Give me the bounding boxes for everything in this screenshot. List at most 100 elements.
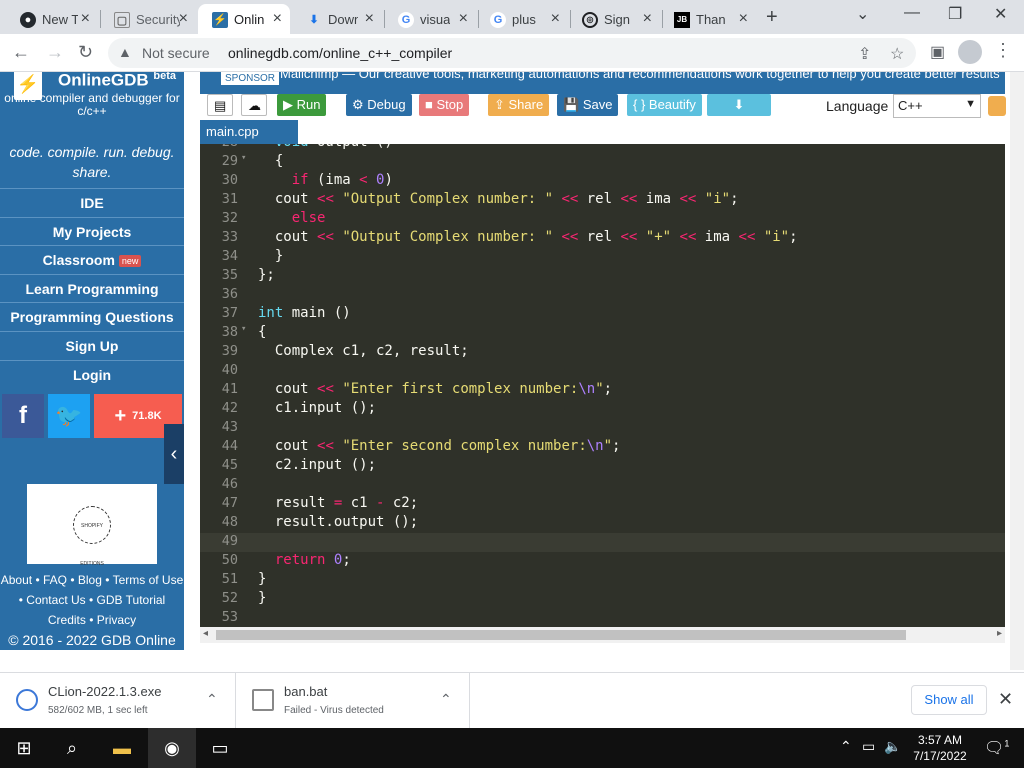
tray-chevron-icon[interactable]: ⌃ xyxy=(840,738,852,755)
code-line[interactable]: 39 Complex c1, c2, result; xyxy=(200,343,1005,362)
brand-name[interactable]: OnlineGDB beta xyxy=(58,72,176,91)
close-tab-icon[interactable]: × xyxy=(365,10,374,28)
code-line[interactable]: 47 result = c1 - c2; xyxy=(200,495,1005,514)
code-line[interactable]: 38 ▾{ xyxy=(200,324,1005,343)
scrollbar-thumb[interactable] xyxy=(216,630,906,640)
side-panel-icon[interactable]: ▣ xyxy=(930,42,945,62)
close-tab-icon[interactable]: × xyxy=(739,10,748,28)
collapse-sidebar-icon[interactable]: ‹ xyxy=(164,424,184,484)
sponsor-text[interactable]: Mailchimp — Our creative tools, marketin… xyxy=(280,72,1000,81)
menu-kebab-icon[interactable]: ⋮ xyxy=(994,40,1012,61)
file-explorer-icon[interactable]: ▬ xyxy=(98,728,146,768)
code-line[interactable]: 32 else xyxy=(200,210,1005,229)
browser-tab[interactable]: JB Thank × xyxy=(660,4,756,34)
tab-search-icon[interactable]: ⌄ xyxy=(856,4,869,24)
stop-button[interactable]: ■ Stop xyxy=(419,94,470,116)
language-select[interactable]: C++ ▼ xyxy=(893,94,981,118)
page-scrollbar[interactable] xyxy=(1010,72,1024,670)
code-line[interactable]: 41 cout << "Enter first complex number:\… xyxy=(200,381,1005,400)
code-line[interactable]: 43 xyxy=(200,419,1005,438)
omnibox[interactable]: ▲ Not secure onlinegdb.com/online_c++_co… xyxy=(108,38,916,68)
sidebar-item-sign-up[interactable]: Sign Up xyxy=(0,330,184,360)
sidebar-item-programming-questions[interactable]: Programming Questions xyxy=(0,302,184,331)
new-tab-button[interactable]: + xyxy=(766,6,778,29)
browser-tab[interactable]: ▢ Security e × xyxy=(100,4,196,34)
sidebar-item-learn-programming[interactable]: Learn Programming xyxy=(0,273,184,303)
notification-icon[interactable]: 🗨1 xyxy=(984,738,1009,758)
footer-link-terms[interactable]: Terms of Use xyxy=(113,573,184,587)
chevron-up-icon[interactable]: ⌃ xyxy=(440,691,452,708)
footer-link-tutorial[interactable]: GDB Tutorial xyxy=(97,593,166,607)
sidebar-item-login[interactable]: Login xyxy=(0,359,184,389)
footer-link-credits[interactable]: Credits xyxy=(48,613,86,627)
code-line[interactable]: 46 xyxy=(200,476,1005,495)
download-icon[interactable]: ⬇ xyxy=(707,94,771,116)
browser-tab[interactable]: G plus × xyxy=(476,4,568,34)
close-tab-icon[interactable]: × xyxy=(643,10,652,28)
advertisement[interactable]: SHOPIFY EDITIONS xyxy=(27,484,157,567)
code-line[interactable]: 40 xyxy=(200,362,1005,381)
code-line[interactable]: 44 cout << "Enter second complex number:… xyxy=(200,438,1005,457)
browser-tab[interactable]: ● New Tab × xyxy=(6,4,98,34)
sidebar-item-my-projects[interactable]: My Projects xyxy=(0,216,184,246)
close-tab-icon[interactable]: × xyxy=(459,10,468,28)
close-tab-icon[interactable]: × xyxy=(81,10,90,28)
share-button[interactable]: ⇪ Share xyxy=(488,94,550,116)
save-button[interactable]: 💾 Save xyxy=(557,94,619,116)
footer-link-privacy[interactable]: Privacy xyxy=(97,613,136,627)
url-text[interactable]: onlinegdb.com/online_c++_compiler xyxy=(228,45,452,61)
minimize-icon[interactable]: — xyxy=(904,4,920,22)
debug-button[interactable]: ⚙ Debug xyxy=(346,94,412,116)
sidebar-item-ide[interactable]: IDE xyxy=(0,188,184,217)
browser-tab[interactable]: G visua × xyxy=(384,4,476,34)
code-line[interactable]: 35}; xyxy=(200,267,1005,286)
browser-tab[interactable]: ◎ Sign × xyxy=(568,4,660,34)
back-icon[interactable]: ← xyxy=(12,42,30,63)
reload-icon[interactable]: ↻ xyxy=(78,42,93,63)
download-item[interactable]: ban.bat Failed - Virus detected ⌃ xyxy=(236,673,470,729)
chrome-icon[interactable]: ◉ xyxy=(148,728,196,768)
security-label[interactable]: Not secure xyxy=(142,45,210,61)
code-line[interactable]: 45 c2.input (); xyxy=(200,457,1005,476)
code-line[interactable]: 30 if (ima < 0) xyxy=(200,172,1005,191)
browser-tab-active[interactable]: ⚡ Online × xyxy=(198,4,290,34)
footer-link-blog[interactable]: Blog xyxy=(78,573,102,587)
code-line[interactable]: 28 void output () xyxy=(200,144,1005,153)
download-item[interactable]: CLion-2022.1.3.exe 582/602 MB, 1 sec lef… xyxy=(0,673,236,729)
bookmark-star-icon[interactable]: ☆ xyxy=(890,44,904,64)
upload-icon[interactable]: ☁ xyxy=(241,94,267,116)
close-tab-icon[interactable]: × xyxy=(551,10,560,28)
code-line-current[interactable]: 49 xyxy=(200,533,1005,552)
browser-tab[interactable]: ⬇ Down × xyxy=(292,4,382,34)
code-editor[interactable]: 28 void output () 29▾ { 30 if (ima < 0) … xyxy=(200,144,1005,627)
sponsor-bar[interactable]: SPONSOR Mailchimp — Our creative tools, … xyxy=(200,72,1005,94)
volume-icon[interactable]: 🔈 xyxy=(884,738,901,755)
code-line[interactable]: 51} xyxy=(200,571,1005,590)
code-line[interactable]: 37 int main () xyxy=(200,305,1005,324)
forward-icon[interactable]: → xyxy=(46,42,64,63)
chevron-up-icon[interactable]: ⌃ xyxy=(206,691,218,708)
code-line[interactable]: 34 } xyxy=(200,248,1005,267)
search-icon[interactable]: ⌕ xyxy=(48,728,96,768)
maximize-icon[interactable]: ❐ xyxy=(948,4,962,24)
info-icon[interactable] xyxy=(988,96,1006,116)
terminal-icon[interactable]: ▭ xyxy=(196,728,244,768)
footer-link-faq[interactable]: FAQ xyxy=(43,573,67,587)
profile-avatar[interactable] xyxy=(958,40,982,64)
file-tab-main-cpp[interactable]: main.cpp xyxy=(200,120,298,144)
code-line[interactable]: 29 ▾ { xyxy=(200,153,1005,172)
editor-horizontal-scrollbar[interactable]: ◂ ▸ xyxy=(200,627,1005,643)
code-line[interactable]: 52} xyxy=(200,590,1005,609)
share-icon[interactable]: ⇪ xyxy=(858,44,871,64)
code-line[interactable]: 42 c1.input (); xyxy=(200,400,1005,419)
show-all-button[interactable]: Show all xyxy=(911,685,987,715)
run-button[interactable]: ▶ Run xyxy=(277,94,327,116)
close-icon[interactable]: ✕ xyxy=(998,689,1013,710)
close-tab-icon[interactable]: × xyxy=(179,10,188,28)
code-line[interactable]: 48 result.output (); xyxy=(200,514,1005,533)
twitter-icon[interactable]: 🐦 xyxy=(48,394,90,438)
sidebar-item-classroom[interactable]: Classroom new xyxy=(0,245,184,274)
footer-link-about[interactable]: About xyxy=(1,573,32,587)
code-line[interactable]: 36 xyxy=(200,286,1005,305)
code-line[interactable]: 50 return 0; xyxy=(200,552,1005,571)
